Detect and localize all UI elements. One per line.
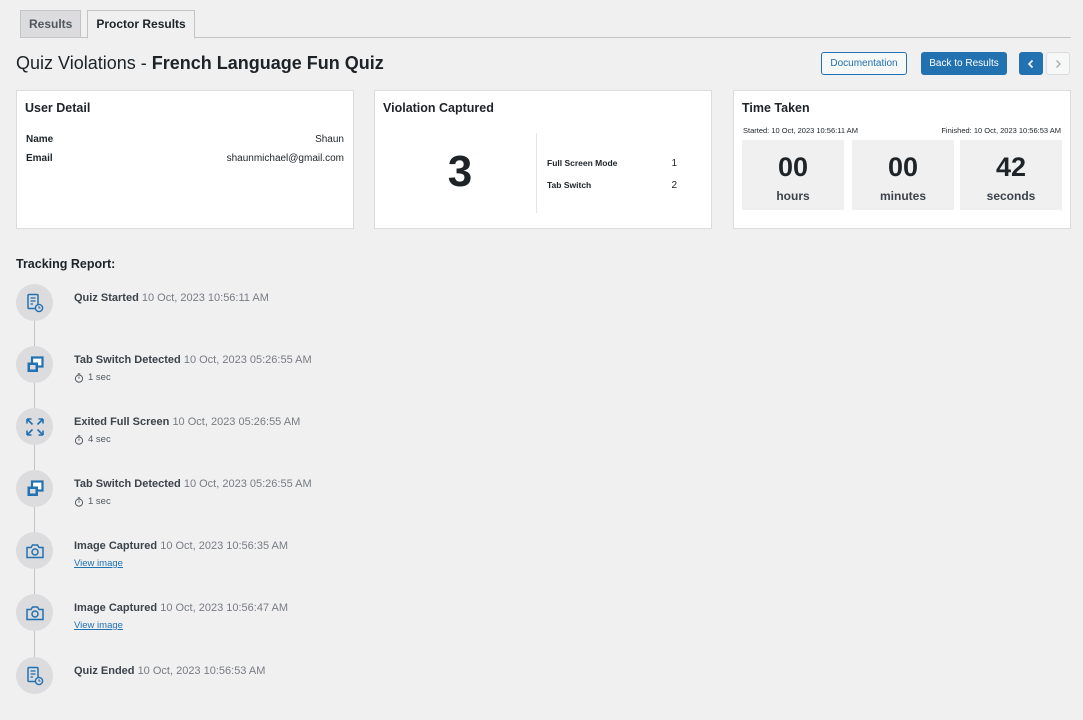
email-label: Email bbox=[26, 153, 53, 164]
tab-switch-icon bbox=[16, 346, 53, 383]
page-title: Quiz Violations - French Language Fun Qu… bbox=[16, 53, 384, 74]
quiz-document-icon bbox=[16, 657, 53, 694]
email-value: shaunmichael@gmail.com bbox=[226, 153, 344, 164]
finished-time: Finished: 10 Oct, 2023 10:56:53 AM bbox=[941, 126, 1061, 135]
violation-total: 3 bbox=[447, 147, 473, 196]
minutes-box: 00 minutes bbox=[852, 140, 954, 210]
event-title: Exited Full Screen bbox=[74, 416, 170, 428]
time-taken-title: Time Taken bbox=[742, 101, 810, 115]
timeline-event: Quiz Started 10 Oct, 2023 10:56:11 AM bbox=[16, 284, 616, 324]
timeline-event: Exited Full Screen 10 Oct, 2023 05:26:55… bbox=[16, 408, 616, 448]
time-range: Started: 10 Oct, 2023 10:56:11 AM Finish… bbox=[743, 126, 1061, 135]
event-text: Exited Full Screen 10 Oct, 2023 05:26:55… bbox=[74, 416, 300, 428]
event-title: Image Captured bbox=[74, 602, 158, 614]
tab-results[interactable]: Results bbox=[20, 10, 82, 38]
user-name-row: Name Shaun bbox=[26, 134, 344, 145]
event-title: Image Captured bbox=[74, 540, 158, 552]
seconds-box: 42 seconds bbox=[960, 140, 1062, 210]
violation-item: Full Screen Mode 1 bbox=[547, 158, 677, 169]
exit-fullscreen-icon bbox=[16, 408, 53, 445]
stopwatch-icon bbox=[74, 372, 84, 383]
hours-box: 00 hours bbox=[742, 140, 844, 210]
stopwatch-icon bbox=[74, 434, 84, 445]
user-detail-title: User Detail bbox=[25, 101, 91, 115]
event-text: Tab Switch Detected 10 Oct, 2023 05:26:5… bbox=[74, 354, 312, 366]
event-title: Quiz Started bbox=[74, 292, 139, 304]
user-email-row: Email shaunmichael@gmail.com bbox=[26, 153, 344, 164]
duration-value: 4 sec bbox=[88, 434, 111, 445]
tab-proctor-results[interactable]: Proctor Results bbox=[87, 10, 195, 39]
name-value: Shaun bbox=[315, 134, 344, 145]
time-taken-card: Time Taken Started: 10 Oct, 2023 10:56:1… bbox=[733, 90, 1071, 229]
chevron-right-icon bbox=[1056, 59, 1061, 68]
timeline-event: Tab Switch Detected 10 Oct, 2023 05:26:5… bbox=[16, 346, 616, 386]
event-text: Image Captured 10 Oct, 2023 10:56:47 AM bbox=[74, 602, 288, 614]
event-timestamp: 10 Oct, 2023 05:26:55 AM bbox=[183, 478, 312, 490]
stopwatch-icon bbox=[74, 496, 84, 507]
timeline-event: Quiz Ended 10 Oct, 2023 10:56:53 AM bbox=[16, 657, 616, 697]
event-timestamp: 10 Oct, 2023 10:56:35 AM bbox=[160, 540, 289, 552]
event-title: Tab Switch Detected bbox=[74, 354, 181, 366]
violation-captured-title: Violation Captured bbox=[383, 101, 494, 115]
tab-switch-icon bbox=[16, 470, 53, 507]
minutes-value: 00 bbox=[887, 152, 919, 182]
violation-count: 2 bbox=[671, 180, 677, 191]
duration-value: 1 sec bbox=[88, 372, 111, 383]
event-text: Quiz Started 10 Oct, 2023 10:56:11 AM bbox=[74, 292, 269, 304]
tracking-report-title: Tracking Report: bbox=[16, 257, 116, 271]
timeline-event: Tab Switch Detected 10 Oct, 2023 05:26:5… bbox=[16, 470, 616, 510]
violation-item: Tab Switch 2 bbox=[547, 180, 677, 191]
violation-label: Tab Switch bbox=[547, 180, 592, 190]
violation-label: Full Screen Mode bbox=[547, 158, 618, 168]
event-text: Image Captured 10 Oct, 2023 10:56:35 AM bbox=[74, 540, 288, 552]
seconds-value: 42 bbox=[995, 152, 1027, 182]
event-duration: 1 sec bbox=[74, 496, 111, 507]
event-timestamp: 10 Oct, 2023 10:56:11 AM bbox=[141, 292, 269, 304]
hours-value: 00 bbox=[777, 152, 809, 182]
duration-value: 1 sec bbox=[88, 496, 111, 507]
violation-count: 1 bbox=[671, 158, 677, 169]
name-label: Name bbox=[26, 134, 54, 145]
event-duration: 4 sec bbox=[74, 434, 111, 445]
event-text: Tab Switch Detected 10 Oct, 2023 05:26:5… bbox=[74, 478, 312, 490]
started-time: Started: 10 Oct, 2023 10:56:11 AM bbox=[743, 126, 858, 135]
event-timestamp: 10 Oct, 2023 05:26:55 AM bbox=[172, 416, 301, 428]
event-duration: 1 sec bbox=[74, 372, 111, 383]
previous-button[interactable] bbox=[1019, 52, 1043, 75]
tab-bar: Results Proctor Results bbox=[20, 10, 1071, 39]
timeline-event: Image Captured 10 Oct, 2023 10:56:47 AM … bbox=[16, 594, 616, 634]
divider bbox=[536, 133, 537, 213]
next-button[interactable] bbox=[1046, 52, 1070, 75]
view-image-link[interactable]: View image bbox=[74, 558, 123, 569]
violation-captured-card: Violation Captured 3 Full Screen Mode 1 … bbox=[374, 90, 712, 229]
timeline-event: Image Captured 10 Oct, 2023 10:56:35 AM … bbox=[16, 532, 616, 572]
event-title: Quiz Ended bbox=[74, 665, 135, 677]
event-text: Quiz Ended 10 Oct, 2023 10:56:53 AM bbox=[74, 665, 265, 677]
camera-icon bbox=[16, 594, 53, 631]
chevron-left-icon bbox=[1027, 59, 1034, 68]
event-title: Tab Switch Detected bbox=[74, 478, 181, 490]
documentation-button[interactable]: Documentation bbox=[821, 52, 907, 75]
event-timestamp: 10 Oct, 2023 10:56:47 AM bbox=[160, 602, 289, 614]
event-timestamp: 10 Oct, 2023 10:56:53 AM bbox=[137, 665, 266, 677]
back-to-results-button[interactable]: Back to Results bbox=[921, 52, 1007, 75]
seconds-label: seconds bbox=[986, 189, 1036, 203]
minutes-label: minutes bbox=[879, 189, 926, 203]
quiz-document-icon bbox=[16, 284, 53, 321]
user-detail-card: User Detail Name Shaun Email shaunmichae… bbox=[16, 90, 354, 229]
camera-icon bbox=[16, 532, 53, 569]
hours-label: hours bbox=[776, 189, 810, 203]
page-title-prefix: Quiz Violations - bbox=[16, 53, 152, 73]
view-image-link[interactable]: View image bbox=[74, 620, 123, 631]
event-timestamp: 10 Oct, 2023 05:26:55 AM bbox=[183, 354, 312, 366]
quiz-name: French Language Fun Quiz bbox=[151, 53, 384, 73]
